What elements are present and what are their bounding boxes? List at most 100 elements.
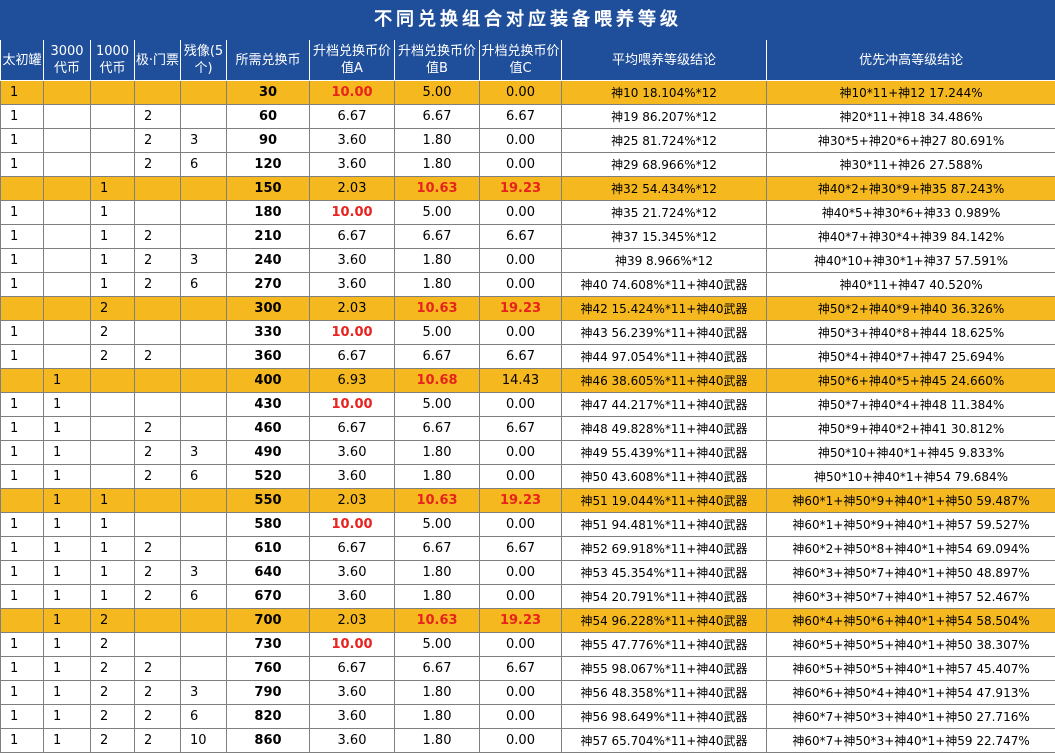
cell-priority: 神60*3+神50*7+神40*1+神57 52.467% (765, 584, 1055, 609)
cell-3000 (43, 80, 91, 105)
cell-value-a: 2.03 (309, 176, 395, 201)
table-row-highlighted: 1 2 700 2.03 10.63 19.23 神54 96.228%*11+神40武器神… (0, 608, 1055, 633)
table-row-highlighted: 1 1 550 2.03 10.63 19.23 神51 19.044%*11+神40武器神… (0, 488, 1055, 513)
cell-value-b: 1.80 (394, 440, 480, 465)
cell-required: 180 (226, 200, 310, 225)
cell-priority: 神60*1+神50*9+神40*1+神50 59.487% (765, 488, 1055, 513)
cell-value-c: 6.67 (479, 416, 562, 441)
cell-ticket: 2 (134, 536, 181, 561)
cell-value-c: 19.23 (479, 176, 562, 201)
cell-value-c: 0.00 (479, 704, 562, 729)
cell-1000: 1 (90, 272, 135, 297)
cell-1000 (90, 368, 135, 393)
cell-required: 490 (226, 440, 310, 465)
cell-value-a: 3.60 (309, 728, 395, 753)
cell-value-a: 3.60 (309, 272, 395, 297)
cell-ticket: 2 (134, 656, 181, 681)
cell-priority: 神30*5+神20*6+神27 80.691% (765, 128, 1055, 153)
cell-3000: 1 (43, 512, 91, 537)
cell-taichu: 1 (0, 224, 44, 249)
cell-value-b: 6.67 (394, 344, 480, 369)
cell-average: 神54 20.791%*11+神40武器 (561, 584, 767, 609)
cell-average: 神52 69.918%*11+神40武器 (561, 536, 767, 561)
cell-afterimage (180, 80, 227, 105)
cell-priority: 神40*2+神30*9+神35 87.243% (765, 176, 1055, 201)
cell-1000: 1 (90, 584, 135, 609)
cell-3000 (43, 272, 91, 297)
cell-value-c: 0.00 (479, 320, 562, 345)
cell-value-a: 10.00 (309, 80, 395, 105)
cell-3000: 1 (43, 488, 91, 513)
cell-afterimage (180, 416, 227, 441)
table-row: 1 1 1 2 610 6.67 6.67 6.67 神52 69.918%*11+神40武器神… (0, 536, 1055, 561)
cell-value-c: 0.00 (479, 728, 562, 753)
cell-priority: 神50*2+神40*9+神40 36.326% (765, 296, 1055, 321)
cell-value-a: 10.00 (309, 512, 395, 537)
cell-value-a: 2.03 (309, 608, 395, 633)
table-title: 不同兑换组合对应装备喂养等级 (0, 0, 1055, 40)
cell-taichu: 1 (0, 680, 44, 705)
cell-3000: 1 (43, 680, 91, 705)
cell-taichu: 1 (0, 584, 44, 609)
cell-taichu: 1 (0, 416, 44, 441)
cell-value-b: 10.63 (394, 608, 480, 633)
col-header-1000: 1000代币 (90, 39, 135, 81)
cell-required: 150 (226, 176, 310, 201)
cell-value-c: 0.00 (479, 584, 562, 609)
cell-afterimage: 3 (180, 560, 227, 585)
cell-average: 神51 19.044%*11+神40武器 (561, 488, 767, 513)
table-row: 1 1 2 2 760 6.67 6.67 6.67 神55 98.067%*11+神40武器神… (0, 656, 1055, 681)
cell-average: 神53 45.354%*11+神40武器 (561, 560, 767, 585)
cell-required: 360 (226, 344, 310, 369)
cell-value-b: 1.80 (394, 680, 480, 705)
cell-value-a: 3.60 (309, 704, 395, 729)
col-header-priority: 优先冲高等级结论 (765, 39, 1055, 81)
cell-afterimage: 10 (180, 728, 227, 753)
cell-value-a: 3.60 (309, 248, 395, 273)
cell-required: 670 (226, 584, 310, 609)
cell-value-a: 10.00 (309, 320, 395, 345)
cell-ticket: 2 (134, 440, 181, 465)
cell-average: 神39 8.966%*12 (561, 248, 767, 273)
cell-3000: 1 (43, 728, 91, 753)
cell-required: 30 (226, 80, 310, 105)
cell-3000 (43, 248, 91, 273)
cell-value-a: 3.60 (309, 440, 395, 465)
cell-average: 神50 43.608%*11+神40武器 (561, 464, 767, 489)
cell-required: 210 (226, 224, 310, 249)
cell-afterimage: 6 (180, 704, 227, 729)
col-header-required: 所需兑换币 (226, 39, 310, 81)
cell-value-c: 0.00 (479, 272, 562, 297)
table-row: 1 2 330 10.00 5.00 0.00 神43 56.239%*11+神40武器 神5… (0, 320, 1055, 345)
cell-value-b: 1.80 (394, 272, 480, 297)
cell-priority: 神60*7+神50*3+神40*1+神59 22.747% (765, 728, 1055, 753)
cell-average: 神51 94.481%*11+神40武器 (561, 512, 767, 537)
cell-1000 (90, 440, 135, 465)
cell-value-b: 1.80 (394, 152, 480, 177)
cell-value-c: 6.67 (479, 104, 562, 129)
cell-3000: 1 (43, 464, 91, 489)
cell-afterimage: 3 (180, 680, 227, 705)
cell-afterimage (180, 368, 227, 393)
cell-required: 550 (226, 488, 310, 513)
cell-value-c: 14.43 (479, 368, 562, 393)
cell-priority: 神50*10+神40*1+神54 79.684% (765, 464, 1055, 489)
cell-priority: 神50*7+神40*4+神48 11.384% (765, 392, 1055, 417)
cell-value-c: 0.00 (479, 152, 562, 177)
cell-priority: 神40*10+神30*1+神37 57.591% (765, 248, 1055, 273)
cell-afterimage (180, 656, 227, 681)
cell-value-b: 10.63 (394, 296, 480, 321)
cell-taichu: 1 (0, 464, 44, 489)
cell-ticket: 2 (134, 728, 181, 753)
cell-value-a: 6.67 (309, 536, 395, 561)
table-row: 1 1 2 2 10 860 3.60 1.80 0.00 神57 65.704%*11+神40武… (0, 728, 1055, 753)
cell-3000: 1 (43, 416, 91, 441)
cell-taichu: 1 (0, 536, 44, 561)
cell-taichu (0, 296, 44, 321)
cell-afterimage: 6 (180, 272, 227, 297)
cell-value-c: 0.00 (479, 440, 562, 465)
cell-ticket (134, 200, 181, 225)
cell-taichu: 1 (0, 560, 44, 585)
table-row-highlighted: 1 30 10.00 5.00 0.00 神10 18.104%*12 神10*11+神12… (0, 80, 1055, 105)
cell-value-c: 19.23 (479, 608, 562, 633)
